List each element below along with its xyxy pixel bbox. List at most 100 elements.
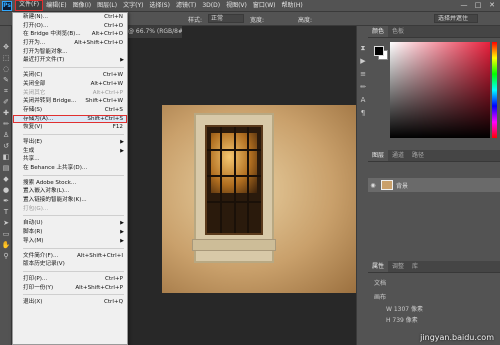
move-tool-icon[interactable]: ✥ — [1, 42, 11, 52]
file-menu-item[interactable]: 文件简介(F)... Alt+Shift+Ctrl+I — [13, 252, 127, 261]
dodge-tool-icon[interactable]: ● — [1, 185, 11, 195]
file-menu-item[interactable]: 恢复(V) F12 — [13, 123, 127, 132]
menu-item-2[interactable]: 图像(I) — [70, 0, 94, 11]
quick-select-tool-icon[interactable]: ✎ — [1, 75, 11, 85]
character-icon[interactable]: A — [358, 96, 368, 107]
zoom-tool-icon[interactable]: ⚲ — [1, 251, 11, 261]
properties-panel-tabs: 属性 调整 库 — [368, 261, 500, 273]
menu-item-7[interactable]: 3D(D) — [199, 0, 223, 11]
menu-item-3[interactable]: 图层(L) — [94, 0, 120, 11]
shape-tool-icon[interactable]: ▭ — [1, 229, 11, 239]
paragraph-icon[interactable]: ¶ — [358, 109, 368, 120]
props-height[interactable]: H 739 像素 — [386, 315, 418, 324]
gradient-tool-icon[interactable]: ▤ — [1, 163, 11, 173]
brush-tool-icon[interactable]: ✏ — [1, 119, 11, 129]
file-menu-item[interactable]: 版本历史记录(V) — [13, 260, 127, 269]
path-select-tool-icon[interactable]: ➤ — [1, 218, 11, 228]
file-menu-item[interactable]: 关闭全部 Alt+Ctrl+W — [13, 80, 127, 89]
submenu-arrow-icon: ▶ — [120, 220, 124, 227]
history-icon[interactable]: ⧗ — [358, 44, 368, 55]
photoshop-logo: Ps — [2, 0, 12, 11]
healing-tool-icon[interactable]: ✚ — [1, 108, 11, 118]
minimize-button[interactable]: — — [458, 1, 470, 10]
file-menu-item[interactable]: 置入嵌入对象(L)... — [13, 187, 127, 196]
history-brush-icon[interactable]: ↺ — [1, 141, 11, 151]
hue-slider[interactable] — [492, 42, 497, 138]
file-menu-item-label: 打开为... — [23, 40, 46, 47]
file-menu-item[interactable]: 打开为智能对象... — [13, 48, 127, 57]
hand-tool-icon[interactable]: ✋ — [1, 240, 11, 250]
eye-icon[interactable]: ◉ — [368, 182, 378, 189]
layer-row-background[interactable]: ◉ 背景 — [368, 178, 500, 192]
crop-tool-icon[interactable]: ⌗ — [1, 86, 11, 96]
tab-libraries[interactable]: 库 — [408, 261, 422, 272]
tab-channels[interactable]: 通道 — [388, 150, 408, 161]
props-document-label: 文档 — [374, 280, 387, 287]
file-menu-item[interactable]: 打印(P)... Ctrl+P — [13, 275, 127, 284]
lasso-tool-icon[interactable]: ◌ — [1, 64, 11, 74]
menu-item-10[interactable]: 帮助(H) — [279, 0, 306, 11]
file-menu-item[interactable]: 存储为(A)... Shift+Ctrl+S — [13, 114, 127, 124]
file-menu-item[interactable]: 生成 ▶ — [13, 147, 127, 156]
foreground-color-swatch[interactable] — [374, 46, 384, 56]
eraser-tool-icon[interactable]: ◧ — [1, 152, 11, 162]
color-picker-field[interactable] — [390, 42, 490, 138]
menu-item-6[interactable]: 滤镜(T) — [173, 0, 199, 11]
menu-item-5[interactable]: 选择(S) — [146, 0, 173, 11]
file-menu-item[interactable]: 最近打开文件(T) ▶ — [13, 56, 127, 65]
file-menu-shortcut: Shift+Ctrl+W — [85, 98, 123, 105]
file-menu-item[interactable]: 存储(S) Ctrl+S — [13, 106, 127, 115]
file-menu-item[interactable]: 脚本(R) ▶ — [13, 228, 127, 237]
actions-icon[interactable]: ▶ — [358, 57, 368, 68]
menu-item-0[interactable]: 文件(F) — [15, 0, 44, 11]
menu-item-8[interactable]: 视图(V) — [223, 0, 250, 11]
tab-swatches[interactable]: 色板 — [388, 26, 408, 37]
blur-tool-icon[interactable]: ◆ — [1, 174, 11, 184]
file-menu-item[interactable]: 在 Bridge 中浏览(B)... Alt+Ctrl+O — [13, 30, 127, 39]
file-menu-item[interactable]: 退出(X) Ctrl+Q — [13, 298, 127, 307]
file-menu-item[interactable]: 新建(N)... Ctrl+N — [13, 13, 127, 22]
file-menu-item-label: 退出(X) — [23, 299, 43, 306]
file-menu-item[interactable]: 打开(O)... Ctrl+O — [13, 22, 127, 31]
eyedropper-tool-icon[interactable]: ✐ — [1, 97, 11, 107]
file-menu-item[interactable]: 关闭(C) Ctrl+W — [13, 71, 127, 80]
tab-layers[interactable]: 图层 — [368, 150, 389, 161]
maximize-button[interactable]: □ — [472, 1, 484, 10]
pen-tool-icon[interactable]: ✒ — [1, 196, 11, 206]
file-menu-item[interactable]: 置入链接的智能对象(K)... — [13, 196, 127, 205]
file-menu-item[interactable]: 打印一份(Y) Alt+Shift+Ctrl+P — [13, 284, 127, 293]
file-menu-item[interactable]: 自动(U) ▶ — [13, 219, 127, 228]
tab-color[interactable]: 颜色 — [368, 26, 389, 37]
file-menu-item-label: 文件简介(F)... — [23, 252, 59, 259]
menu-item-4[interactable]: 文字(Y) — [120, 0, 146, 11]
tab-properties[interactable]: 属性 — [368, 261, 389, 272]
file-menu-item[interactable]: 打开为... Alt+Shift+Ctrl+O — [13, 39, 127, 48]
file-menu-item-label: 恢复(V) — [23, 124, 43, 131]
select-and-mask-button[interactable]: 选择并遮住 — [434, 14, 478, 23]
window-controls: — □ ✕ — [458, 1, 498, 10]
type-tool-icon[interactable]: T — [1, 207, 11, 217]
file-menu-item-label: 关闭并转到 Bridge... — [23, 98, 77, 105]
properties-icon[interactable]: ≡ — [358, 70, 368, 81]
file-menu-dropdown: 新建(N)... Ctrl+N 打开(O)... Ctrl+O 在 Bridge 中浏览… — [12, 12, 128, 345]
menu-bar: Ps 文件(F) 编辑(E) 图像(I) 图层(L) 文字(Y) 选择(S) 滤镜(T) 3D… — [0, 0, 500, 12]
marquee-tool-icon[interactable]: ⬚ — [1, 53, 11, 63]
menu-separator — [23, 292, 124, 296]
menu-item-9[interactable]: 窗口(W) — [250, 0, 279, 11]
brush-settings-icon[interactable]: ✏ — [358, 83, 368, 94]
tab-adjustments[interactable]: 调整 — [388, 261, 408, 272]
file-menu-item[interactable]: 共享... — [13, 155, 127, 164]
stamp-tool-icon[interactable]: ♙ — [1, 130, 11, 140]
canvas-image[interactable] — [162, 105, 359, 293]
file-menu-item[interactable]: 导出(E) ▶ — [13, 138, 127, 147]
file-menu-item[interactable]: 在 Behance 上共享(D)... — [13, 164, 127, 173]
style-select[interactable]: 正常 — [208, 14, 244, 23]
file-menu-item[interactable]: 关闭并转到 Bridge... Shift+Ctrl+W — [13, 97, 127, 106]
file-menu-item[interactable]: 导入(M) ▶ — [13, 237, 127, 246]
document-tab[interactable]: @ 66.7% (RGB/8#) * — [124, 26, 182, 38]
props-width[interactable]: W 1307 像素 — [386, 304, 423, 313]
file-menu-item[interactable]: 搜索 Adobe Stock... — [13, 179, 127, 188]
menu-item-1[interactable]: 编辑(E) — [43, 0, 69, 11]
close-button[interactable]: ✕ — [486, 1, 498, 10]
tab-paths[interactable]: 路径 — [408, 150, 428, 161]
